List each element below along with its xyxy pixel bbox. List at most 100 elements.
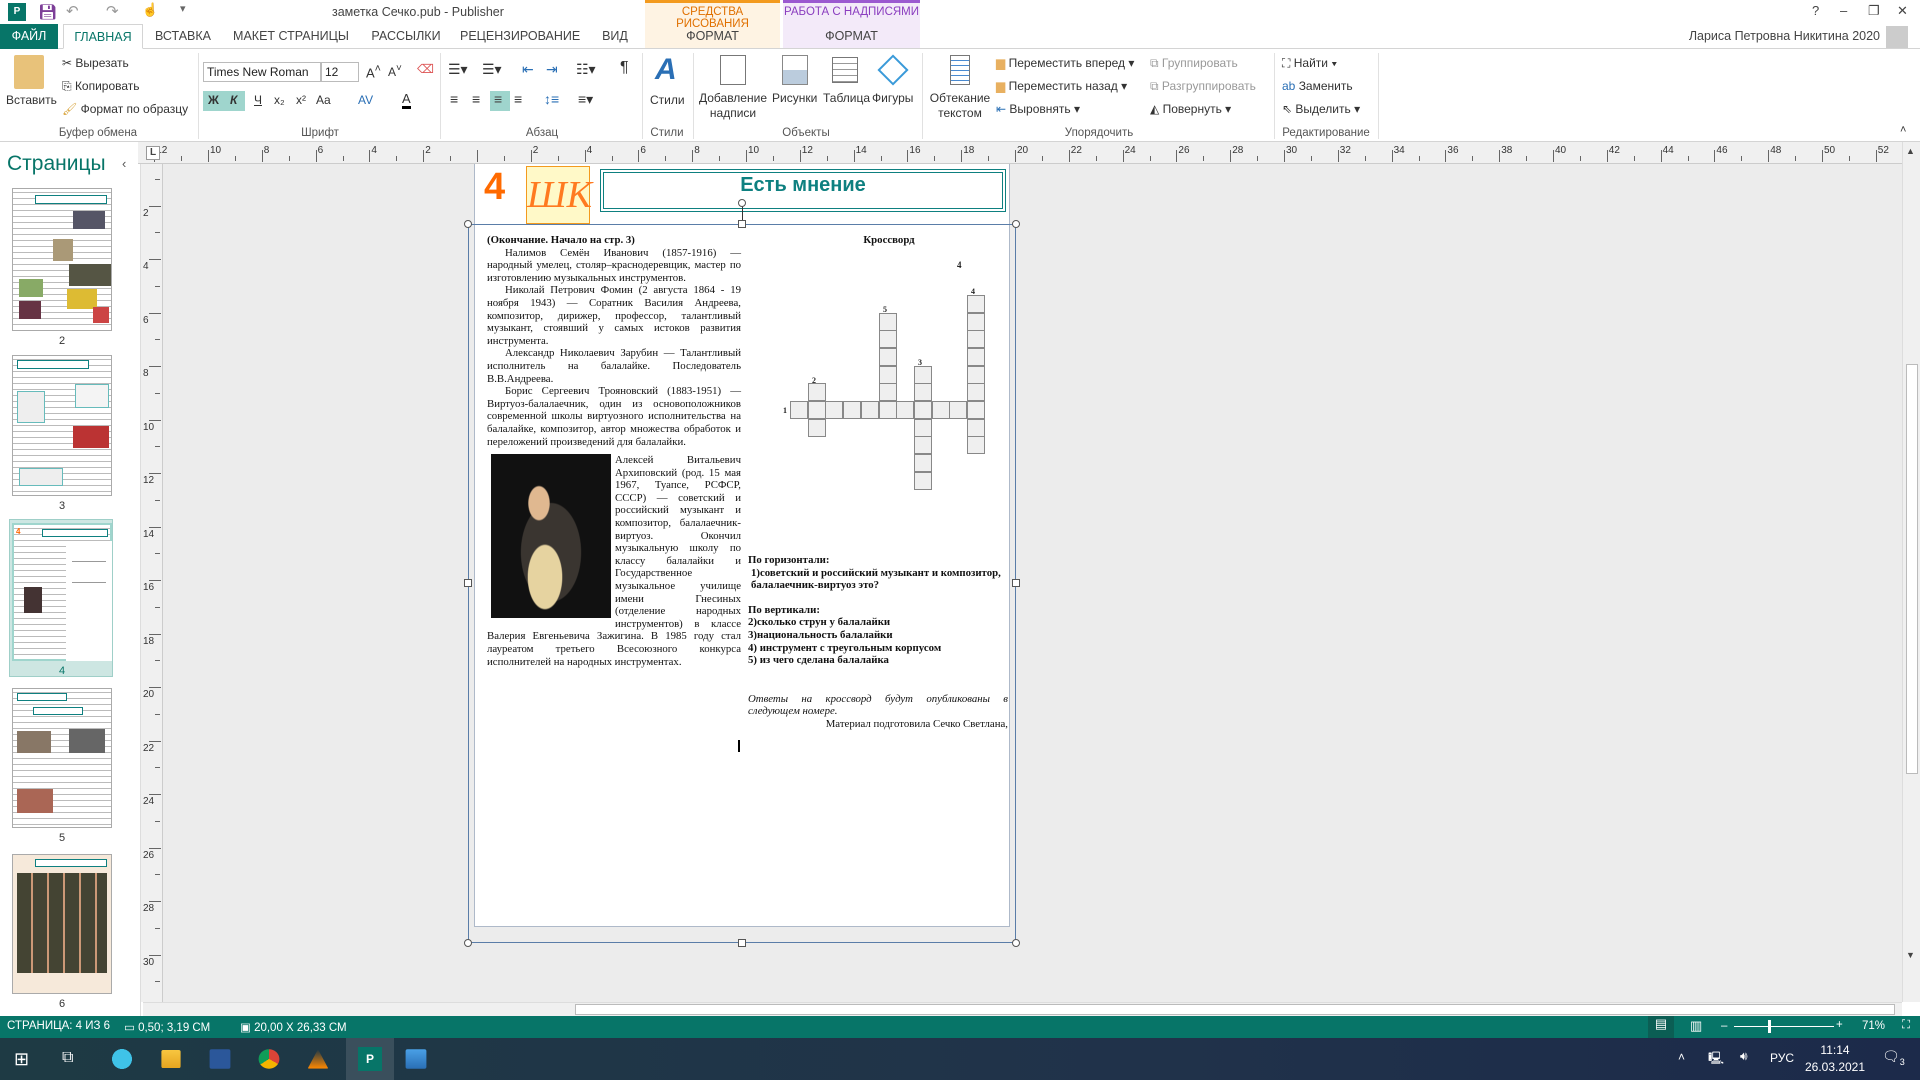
crossword-cell[interactable] — [825, 401, 844, 419]
crossword-cell[interactable] — [967, 436, 985, 455]
bold-button[interactable]: Ж — [208, 93, 219, 107]
paste-button[interactable]: Вставить — [6, 93, 57, 107]
horizontal-ruler[interactable]: 12 10 8 6 4 2 2 4 6 8 10 12 14 16 18 20 22 24 26 28 30 32 34 36… — [138, 142, 1920, 164]
crossword-cell[interactable] — [967, 418, 985, 437]
resize-handle[interactable] — [464, 579, 472, 587]
page-thumbnail-3[interactable] — [12, 355, 112, 496]
cut-button[interactable]: ✂ Вырезать — [62, 56, 129, 70]
align-button[interactable]: ⇤ Выровнять ▾ — [996, 102, 1080, 116]
crossword-cell[interactable] — [967, 294, 985, 313]
tab-page-design[interactable]: МАКЕТ СТРАНИЦЫ — [232, 24, 350, 49]
crossword-cell[interactable] — [878, 365, 897, 384]
crossword-cell[interactable] — [878, 312, 897, 331]
resize-handle[interactable] — [1012, 579, 1020, 587]
clock[interactable]: 11:14 26.03.2021 — [1800, 1042, 1870, 1076]
paragraph-spacing-icon[interactable]: ≡▾ — [578, 91, 593, 108]
vlc-icon[interactable] — [307, 1049, 329, 1069]
crossword-cell[interactable] — [878, 401, 897, 419]
crossword-cell[interactable] — [967, 365, 985, 384]
vertical-scrollbar[interactable]: ▲ ▼ — [1902, 142, 1920, 1002]
save-icon[interactable]: 💾︎ — [38, 3, 57, 21]
clear-formatting-icon[interactable]: ⌫ — [417, 62, 434, 76]
ungroup-button[interactable]: ⧉ Разгруппировать — [1150, 79, 1256, 94]
language-indicator[interactable]: РУС — [1770, 1051, 1794, 1065]
crossword-cell[interactable] — [913, 418, 932, 437]
crossword-cell[interactable] — [878, 383, 897, 402]
pictures-button[interactable]: Рисунки — [772, 91, 817, 105]
crossword-cell[interactable] — [807, 418, 826, 437]
page-thumbnail-6[interactable] — [12, 854, 112, 994]
tab-text-format[interactable]: ФОРМАТ — [783, 24, 920, 49]
minimize-button[interactable]: – — [1840, 3, 1847, 18]
single-page-view-button[interactable]: ▤ — [1648, 1016, 1674, 1038]
crossword-cell[interactable] — [860, 401, 879, 419]
columns-icon[interactable]: ☷▾ — [576, 61, 596, 78]
left-text-column[interactable]: (Окончание. Начало на стр. 3) Налимов Се… — [487, 234, 741, 668]
tab-file[interactable]: ФАЙЛ — [0, 24, 58, 49]
align-center-icon[interactable]: ≡ — [472, 91, 480, 107]
zoom-level[interactable]: 71% — [1862, 1020, 1885, 1032]
crossword-cell[interactable] — [913, 401, 932, 419]
styles-button[interactable]: Стили — [650, 93, 685, 107]
grow-font-button[interactable]: A˄ — [366, 63, 381, 80]
send-backward-button[interactable]: ▆ Переместить назад ▾ — [996, 79, 1127, 93]
crossword-cell[interactable] — [913, 383, 932, 402]
crossword-cell[interactable] — [807, 383, 826, 402]
publisher-taskbar-button[interactable]: P — [346, 1038, 394, 1080]
character-spacing-button[interactable]: AV — [358, 93, 373, 107]
volume-icon[interactable]: 🔊︎ — [1740, 1049, 1748, 1064]
underline-button[interactable]: Ч — [254, 93, 262, 107]
crossword-cell[interactable] — [967, 383, 985, 402]
crossword-cell[interactable] — [967, 401, 985, 419]
crossword-cell[interactable] — [878, 330, 897, 349]
align-left-icon[interactable]: ≡ — [450, 91, 458, 107]
musician-photo[interactable] — [491, 454, 611, 619]
undo-icon[interactable]: ↶ — [66, 2, 79, 20]
scroll-down-icon[interactable]: ▼ — [1906, 950, 1915, 960]
numbering-icon[interactable]: ☰▾ — [482, 61, 502, 78]
bullets-icon[interactable]: ☰▾ — [448, 61, 468, 78]
align-right-icon[interactable]: ≡ — [490, 91, 510, 111]
vertical-ruler[interactable]: 2 4 6 8 10 12 14 16 18 20 22 24 26 28 30 — [141, 164, 163, 1002]
crossword-cell[interactable] — [896, 401, 915, 419]
resize-handle[interactable] — [464, 220, 472, 228]
customize-toolbar-icon[interactable]: ▾ — [180, 2, 186, 15]
show-hidden-icons[interactable]: ˄ — [1678, 1050, 1685, 1064]
notifications-icon[interactable]: 🗨︎3 — [1882, 1048, 1905, 1067]
word-icon[interactable] — [209, 1049, 231, 1069]
restore-button[interactable]: ❐ — [1868, 3, 1880, 19]
crossword-cell[interactable] — [949, 401, 968, 419]
crossword-cell[interactable] — [967, 330, 985, 349]
horizontal-scroll-thumb[interactable] — [575, 1004, 1895, 1015]
subscript-button[interactable]: x₂ — [274, 93, 285, 107]
shrink-font-button[interactable]: A˅ — [388, 63, 402, 79]
crossword-cell[interactable] — [967, 312, 985, 331]
change-case-button[interactable]: Aa — [316, 93, 331, 107]
tab-home[interactable]: ГЛАВНАЯ — [63, 24, 143, 49]
resize-handle[interactable] — [1012, 939, 1020, 947]
replace-button[interactable]: ab Заменить — [1282, 79, 1353, 93]
crossword-cell[interactable] — [790, 401, 808, 419]
tab-selector-icon[interactable]: L — [146, 146, 160, 160]
bring-forward-button[interactable]: ▆ Переместить вперед ▾ — [996, 56, 1134, 70]
vertical-scroll-thumb[interactable] — [1906, 364, 1918, 774]
tab-drawing-format[interactable]: ФОРМАТ — [645, 24, 780, 49]
zoom-slider[interactable] — [1734, 1020, 1834, 1033]
collapse-ribbon-icon[interactable]: ˄ — [1900, 124, 1906, 136]
close-button[interactable]: ✕ — [1897, 3, 1908, 19]
scroll-up-icon[interactable]: ▲ — [1906, 146, 1915, 156]
help-button[interactable]: ? — [1812, 3, 1819, 18]
find-button[interactable]: ⛶ Найти ▾ — [1282, 56, 1337, 71]
italic-button[interactable]: К — [230, 93, 237, 107]
resize-handle[interactable] — [1012, 220, 1020, 228]
font-name-select[interactable]: Times New Roman — [203, 62, 321, 82]
wrap-text-button[interactable]: Обтекание текстом — [928, 91, 992, 121]
line-spacing-icon[interactable]: ↕≡ — [544, 91, 559, 107]
page-thumbnail-4[interactable]: 4 — [12, 523, 112, 661]
increase-indent-icon[interactable]: ⇥ — [546, 61, 558, 78]
resize-handle[interactable] — [738, 939, 746, 947]
superscript-button[interactable]: x² — [296, 93, 306, 107]
collapse-pane-icon[interactable]: ‹ — [122, 156, 126, 171]
clues[interactable]: По горизонтали: 1)советский и российский… — [748, 554, 1008, 731]
crossword-cell[interactable] — [931, 401, 950, 419]
